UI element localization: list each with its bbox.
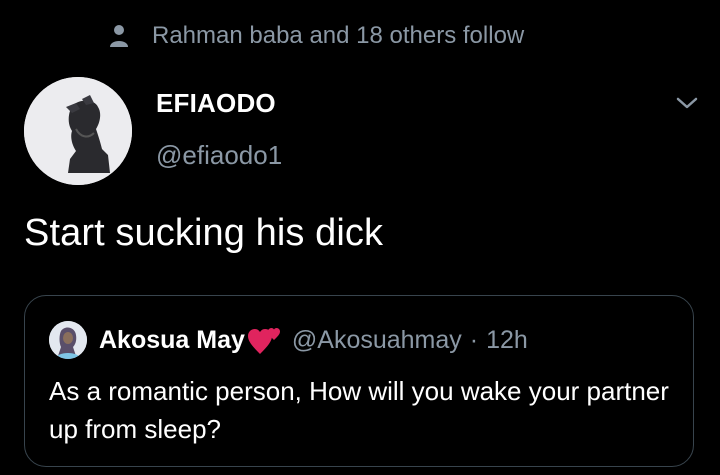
quoted-tweet-header: Akosua May @Akosuahmay · 12h bbox=[49, 320, 528, 360]
avatar[interactable] bbox=[24, 77, 132, 185]
quoted-avatar[interactable] bbox=[49, 321, 87, 359]
quoted-author-handle: @Akosuahmay bbox=[291, 325, 462, 354]
quoted-author-name: Akosua May bbox=[99, 325, 245, 354]
social-context[interactable]: Rahman baba and 18 others follow bbox=[108, 20, 524, 52]
quoted-tweet-text: As a romantic person, How will you wake … bbox=[49, 376, 669, 444]
separator-dot: · bbox=[469, 325, 479, 354]
chevron-down-icon[interactable] bbox=[674, 92, 700, 114]
quoted-tweet-card[interactable]: Akosua May @Akosuahmay · 12h As a romant… bbox=[24, 295, 694, 467]
tweet-text: Start sucking his dick bbox=[24, 212, 384, 254]
two-hearts-icon bbox=[247, 324, 282, 356]
quoted-timestamp: 12h bbox=[486, 325, 528, 354]
author-name[interactable]: EFIAODO bbox=[156, 88, 276, 119]
social-context-text: Rahman baba and 18 others follow bbox=[152, 22, 525, 49]
author-handle[interactable]: @efiaodo1 bbox=[156, 140, 282, 171]
person-icon bbox=[108, 23, 130, 49]
